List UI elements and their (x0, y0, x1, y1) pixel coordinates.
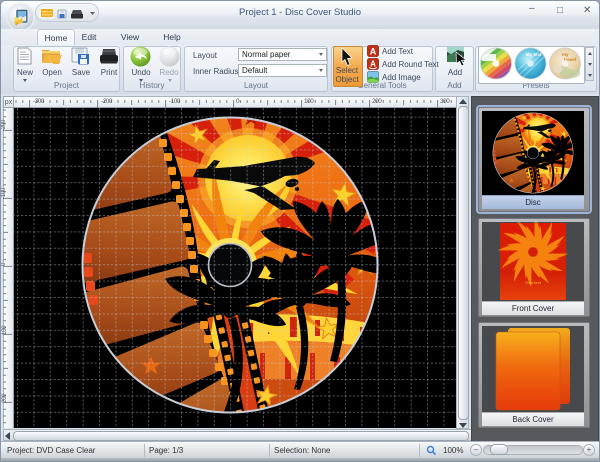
svg-text:A: A (370, 60, 376, 69)
svg-text:Your text: Your text (525, 280, 542, 285)
svg-text:A: A (370, 47, 377, 57)
svg-text:My text: My text (526, 52, 542, 57)
